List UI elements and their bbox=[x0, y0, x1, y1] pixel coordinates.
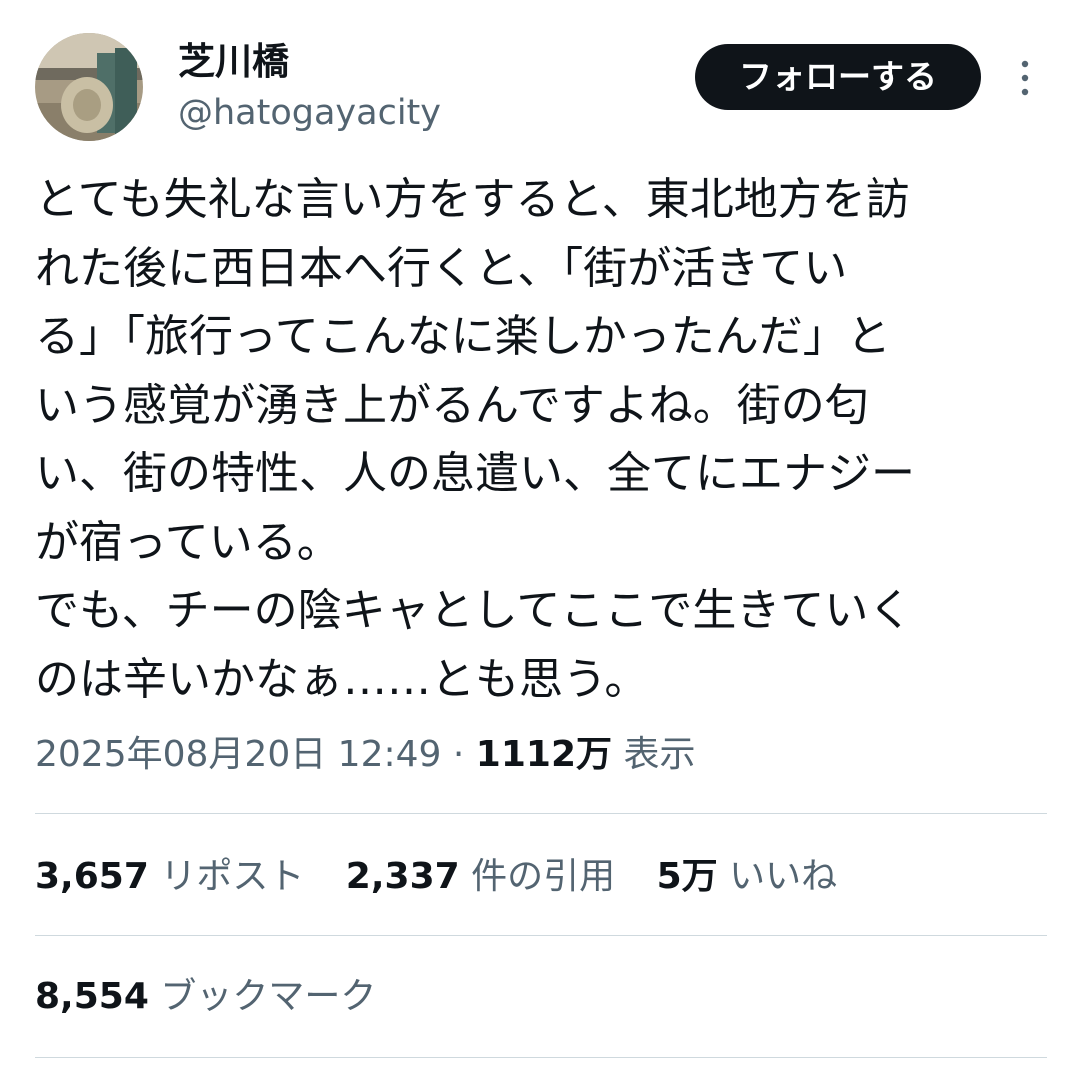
likes-stat[interactable]: 5万 いいね bbox=[657, 852, 838, 902]
reposts-count: 3,657 bbox=[35, 856, 149, 897]
divider bbox=[35, 813, 1047, 814]
quotes-count: 2,337 bbox=[345, 856, 460, 897]
views-count: 1112万 bbox=[475, 734, 612, 775]
tweet-line: とても失礼な言い方をすると、東北地方を訪 bbox=[35, 174, 910, 225]
bookmarks-label: ブックマーク bbox=[160, 976, 377, 1017]
reposts-stat[interactable]: 3,657 リポスト bbox=[35, 852, 304, 902]
follow-button[interactable]: フォローする bbox=[695, 44, 981, 110]
more-vertical-icon bbox=[1021, 60, 1029, 96]
quotes-stat[interactable]: 2,337 件の引用 bbox=[346, 852, 615, 902]
meta-separator: · bbox=[452, 734, 465, 775]
tweet-text: とても失礼な言い方をすると、東北地方を訪 れた後に西日本へ行くと、「街が活きてい… bbox=[35, 166, 1050, 714]
engagement-stats: 3,657 リポスト 2,337 件の引用 5万 いいね bbox=[35, 852, 867, 902]
quotes-label: 件の引用 bbox=[471, 856, 616, 897]
avatar[interactable] bbox=[35, 33, 143, 141]
user-handle[interactable]: @hatogayacity bbox=[178, 90, 441, 136]
tweet-line: いう感覚が湧き上がるんですよね。街の匂 bbox=[35, 379, 869, 431]
display-name[interactable]: 芝川橋 bbox=[178, 38, 289, 86]
divider bbox=[35, 1057, 1047, 1058]
reposts-label: リポスト bbox=[160, 856, 305, 897]
tweet-line: る」「旅行ってこんなに楽しかったんだ」と bbox=[35, 311, 891, 362]
bookmarks-count: 8,554 bbox=[35, 976, 149, 1017]
likes-count: 5万 bbox=[656, 856, 718, 897]
views-label: 表示 bbox=[623, 734, 696, 775]
tweet-line: でも、チーの陰キャとしてここで生きていく bbox=[35, 585, 913, 636]
tweet-meta: 2025年08月20日 12:49 · 1112万 表示 bbox=[35, 730, 695, 780]
tweet-line: が宿っている。 bbox=[35, 516, 341, 568]
more-options-button[interactable] bbox=[1006, 56, 1044, 100]
timestamp[interactable]: 2025年08月20日 12:49 bbox=[35, 734, 441, 775]
bookmarks-stat[interactable]: 8,554 ブックマーク bbox=[35, 972, 376, 1022]
tweet-line: のは辛いかなぁ……とも思う。 bbox=[35, 653, 649, 705]
divider bbox=[35, 935, 1047, 936]
tweet-line: い、街の特性、人の息遣い、全てにエナジー bbox=[35, 448, 915, 499]
likes-label: いいね bbox=[729, 856, 838, 897]
tweet-line: れた後に西日本へ行くと、「街が活きてい bbox=[35, 242, 848, 294]
avatar-photo bbox=[35, 33, 143, 141]
